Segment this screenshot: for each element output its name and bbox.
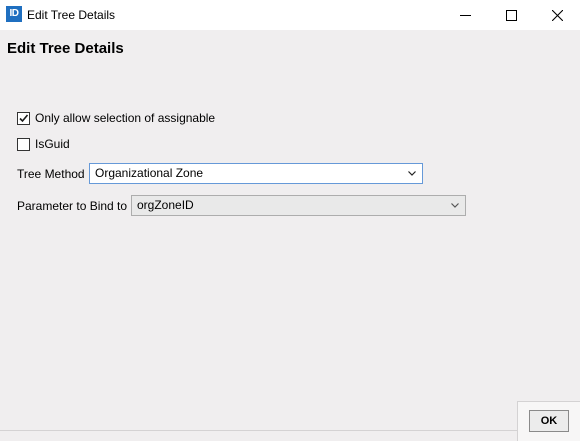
- ok-button[interactable]: OK: [529, 410, 569, 432]
- minimize-icon: [459, 14, 471, 16]
- app-icon: ID: [6, 6, 22, 22]
- close-icon: [551, 9, 563, 21]
- page-title: Edit Tree Details: [7, 40, 124, 57]
- checkmark-icon: [19, 113, 29, 122]
- parameter-select[interactable]: orgZoneID: [131, 195, 466, 216]
- isguid-label: IsGuid: [35, 137, 70, 151]
- maximize-icon: [505, 9, 517, 21]
- parameter-value: orgZoneID: [137, 198, 194, 212]
- isguid-option[interactable]: IsGuid: [17, 136, 70, 152]
- assignable-checkbox[interactable]: [17, 111, 30, 125]
- minimize-button[interactable]: [442, 0, 488, 30]
- chevron-down-icon: [408, 171, 416, 176]
- parameter-label: Parameter to Bind to: [17, 199, 128, 213]
- tree-method-label: Tree Method: [17, 167, 85, 181]
- close-button[interactable]: [534, 0, 580, 30]
- assignable-label: Only allow selection of assignable: [35, 111, 216, 125]
- tree-method-select[interactable]: Organizational Zone: [89, 163, 423, 184]
- isguid-checkbox[interactable]: [17, 137, 30, 151]
- window-title: Edit Tree Details: [27, 8, 116, 22]
- tree-method-value: Organizational Zone: [95, 166, 204, 180]
- dialog-window: ID Edit Tree Details Edit Tree Details O: [0, 0, 580, 441]
- assignable-option[interactable]: Only allow selection of assignable: [17, 110, 215, 126]
- footer-divider: [0, 430, 517, 431]
- chevron-down-icon: [451, 203, 459, 208]
- maximize-button[interactable]: [488, 0, 534, 30]
- title-bar[interactable]: ID Edit Tree Details: [0, 0, 580, 30]
